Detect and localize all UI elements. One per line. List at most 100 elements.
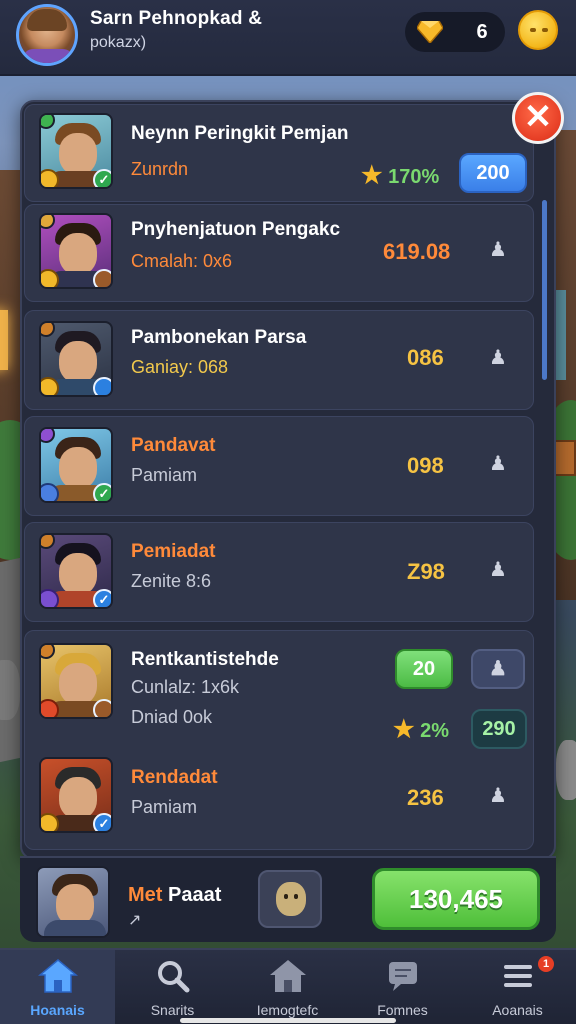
- score-pill[interactable]: 290: [471, 709, 527, 749]
- pet-face-icon: [276, 882, 306, 916]
- leaderboard-row[interactable]: ✓ Neynn Peringkit Pemjan Zunrdn ★ 170% 2…: [24, 104, 534, 202]
- rank-chess-icon[interactable]: ♟: [483, 343, 513, 373]
- rank-chess-icon[interactable]: ♟: [483, 449, 513, 479]
- home-indicator: [180, 1018, 396, 1023]
- row-player-sub: Zenite 8:6: [131, 571, 212, 591]
- blue-badge-icon: [93, 377, 111, 395]
- row-player-sub: Cunlalz: 1x6k: [131, 677, 240, 697]
- close-button[interactable]: ✕: [512, 92, 564, 144]
- row-player-sub: Cmalah: 0x6: [131, 251, 233, 271]
- blue-star-badge-icon: [41, 483, 59, 501]
- my-row-label-orange: Met: [128, 884, 163, 906]
- my-row-label: Met Paaat: [128, 884, 221, 907]
- leaderboard-row[interactable]: ✓ Pandavat Pamiam 098 ♟: [24, 416, 534, 516]
- row-player-name: Pemiadat: [131, 541, 216, 562]
- nav-label: Fomnes: [377, 1002, 428, 1018]
- nav-label: Iemogtefc: [256, 1002, 319, 1018]
- pet-button[interactable]: [258, 870, 322, 928]
- row-score: 236: [407, 785, 444, 810]
- rank-chess-button[interactable]: ♟: [471, 649, 525, 689]
- bronze-badge-icon: [93, 699, 111, 717]
- row-player-name: Pnyhenjatuon Pengakc: [131, 219, 341, 240]
- nav-item-menu[interactable]: 1 Aoanais: [460, 950, 575, 1024]
- nested-player-row[interactable]: ✓ Rendadat Pamiam 236 ♟: [25, 751, 533, 847]
- rank-chess-icon[interactable]: ♟: [483, 555, 513, 585]
- avatar-hair: [27, 9, 67, 31]
- home-icon: [38, 959, 78, 993]
- gold-star-badge-icon: [41, 813, 59, 831]
- row-player-name: Neynn Peringkit Pemjan: [131, 123, 349, 144]
- row-score: Z98: [407, 559, 445, 584]
- top-header: Sarn Pehnopkad & pokazx) 6: [0, 0, 576, 76]
- rank-chess-icon[interactable]: ♟: [483, 781, 513, 811]
- row-player-sub: Pamiam: [131, 465, 198, 485]
- leaderboard-row[interactable]: ✓ Pemiadat Zenite 8:6 Z98 ♟: [24, 522, 534, 622]
- player-portrait: ✓: [39, 757, 113, 833]
- rank-gem-icon: [41, 645, 55, 659]
- portrait-body: [44, 920, 106, 936]
- level-pill[interactable]: 20: [395, 649, 453, 689]
- timer-icon: 6: [476, 21, 488, 43]
- my-portrait[interactable]: [36, 866, 110, 938]
- bronze-badge-icon: [93, 269, 111, 287]
- player-portrait: ✓: [39, 533, 113, 609]
- nav-item-chat[interactable]: Fomnes: [345, 950, 460, 1024]
- player-avatar[interactable]: [16, 4, 78, 66]
- gold-star-badge-icon: [41, 377, 59, 395]
- coin-face-icon[interactable]: [518, 10, 558, 50]
- my-score-button[interactable]: 130,465: [372, 868, 540, 930]
- nav-label: Hoanais: [30, 1002, 85, 1018]
- gold-star-badge-icon: [41, 169, 59, 187]
- background-rock-left: [0, 660, 20, 720]
- purple-badge-icon: [41, 589, 59, 607]
- player-subtitle: pokazx): [90, 34, 147, 51]
- notification-badge: 1: [538, 956, 554, 972]
- portrait-face: [59, 341, 97, 383]
- scrollbar[interactable]: [542, 200, 547, 380]
- star-stat-value: 2%: [420, 720, 449, 742]
- search-icon: [158, 961, 190, 993]
- leaderboard-row[interactable]: Pnyhenjatuon Pengakc Cmalah: 0x6 619.08 …: [24, 204, 534, 302]
- currency-bar[interactable]: 6: [405, 12, 505, 52]
- nav-item-house[interactable]: Iemogtefc: [230, 950, 345, 1024]
- avatar-shirt: [23, 49, 73, 63]
- row-player-name: Rendadat: [131, 767, 218, 788]
- row-player-name: Pambonekan Parsa: [131, 327, 307, 348]
- row-player-sub: Pamiam: [131, 797, 198, 817]
- rank-chess-icon[interactable]: ♟: [483, 235, 513, 265]
- bottom-nav: Hoanais Snarits Iemogtefc Fomnes 1 Aoana…: [0, 948, 576, 1024]
- player-portrait: ✓: [39, 427, 113, 503]
- player-portrait: [39, 321, 113, 397]
- checkmark-badge-icon: ✓: [93, 813, 111, 831]
- leaderboard-row[interactable]: Pambonekan Parsa Ganiay: 068 086 ♟: [24, 310, 534, 410]
- portrait-face: [59, 233, 97, 275]
- row-player-name: Rentkantistehde: [131, 649, 279, 670]
- star-icon: ★: [393, 716, 415, 743]
- portrait-face: [59, 777, 97, 819]
- checkmark-badge-icon: ✓: [93, 589, 111, 607]
- star-icon: ★: [361, 162, 383, 189]
- rank-gem-icon: [41, 429, 55, 443]
- gold-star-badge-icon: [41, 269, 59, 287]
- score-pill[interactable]: 200: [459, 153, 527, 193]
- red-badge-icon: [41, 699, 59, 717]
- chat-icon: [389, 962, 417, 991]
- player-name: Sarn Pehnopkad &: [90, 8, 263, 29]
- row-score: 619.08: [383, 239, 451, 264]
- checkmark-badge-icon: ✓: [93, 483, 111, 501]
- star-stat: ★ 170%: [361, 161, 439, 190]
- checkmark-badge-icon: ✓: [93, 169, 111, 187]
- nav-label: Aoanais: [492, 1002, 543, 1018]
- portrait-face: [59, 133, 97, 175]
- leaderboard-row-expanded[interactable]: Rentkantistehde Cunlalz: 1x6k Dniad 0ok …: [24, 630, 534, 850]
- my-player-row: Met Paaat ↗ 130,465: [20, 856, 556, 942]
- nav-item-home[interactable]: Hoanais: [0, 950, 115, 1024]
- row-player-name: Pandavat: [131, 435, 216, 456]
- row-player-sub-2: Dniad 0ok: [131, 707, 213, 727]
- portrait-face: [59, 553, 97, 595]
- portrait-face: [59, 663, 97, 705]
- nav-item-search[interactable]: Snarits: [115, 950, 230, 1024]
- edit-pencil-icon[interactable]: ↗: [128, 910, 141, 930]
- star-stat-value: 170%: [388, 166, 440, 188]
- rank-gem-icon: [41, 535, 55, 549]
